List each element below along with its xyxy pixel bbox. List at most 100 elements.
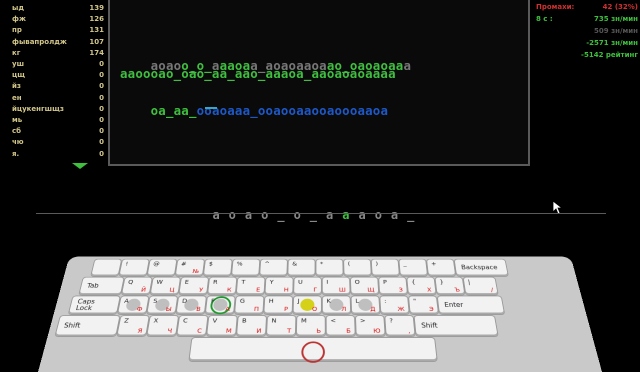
typing-stat-label: 8 с : (536, 15, 553, 23)
key-$[interactable]: $ (203, 259, 232, 277)
key-latin-label: U (298, 279, 303, 286)
key-p[interactable]: PЗ (379, 277, 408, 295)
key-tilde[interactable] (91, 259, 122, 277)
key-latin-label: * (320, 261, 324, 267)
stat-value: 0 (99, 82, 104, 91)
key-t[interactable]: TЕ (236, 277, 265, 295)
key-^[interactable]: ^ (260, 259, 288, 277)
key-:[interactable]: :Ж (380, 296, 409, 315)
key-?[interactable]: ?, (385, 315, 415, 337)
key-caps-lock[interactable]: Caps Lock (68, 296, 120, 315)
key-latin-label: O (354, 279, 360, 286)
key-%[interactable]: % (231, 259, 260, 277)
key-c[interactable]: CС (177, 315, 208, 337)
stat-row: я. 0 (12, 150, 104, 161)
stat-label: фж (12, 15, 26, 24)
key-k[interactable]: KЛ (322, 296, 351, 315)
key-f[interactable]: FА (205, 296, 235, 315)
key-*[interactable]: * (316, 259, 343, 277)
key-h[interactable]: HР (264, 296, 293, 315)
key-r[interactable]: RК (207, 277, 237, 295)
key-y[interactable]: YН (265, 277, 293, 295)
key-space[interactable] (189, 337, 437, 363)
key->[interactable]: > Ю (355, 315, 385, 337)
stat-label: цщ (12, 71, 25, 80)
key-latin-label: ! (124, 261, 129, 267)
key-&[interactable]: & (288, 259, 315, 277)
key-n[interactable]: NТ (266, 315, 296, 337)
key-@[interactable]: @ (147, 259, 177, 277)
key-<[interactable]: < Б (326, 315, 355, 337)
key-latin-label: R (212, 279, 218, 286)
key-cyrillic-label: В (195, 306, 202, 313)
key-cyrillic-label: Р (283, 306, 289, 313)
key-s[interactable]: SЫ (147, 296, 178, 315)
key-w[interactable]: WЦ (150, 277, 180, 295)
stat-row: ыд 139 (12, 4, 104, 15)
key-o[interactable]: OЩ (350, 277, 379, 295)
key-"[interactable]: " Э (409, 296, 439, 315)
key-q[interactable]: QЙ (121, 277, 152, 295)
key-{[interactable]: {Х (407, 277, 436, 295)
key-g[interactable]: GП (235, 296, 264, 315)
key-latin-label: & (292, 261, 298, 267)
running-text-line: аоао_о_аааоа_ (212, 208, 424, 222)
key-shift[interactable]: Shift (55, 315, 120, 337)
key-#[interactable]: # № (175, 259, 205, 277)
key-shift[interactable]: Shift (414, 315, 498, 337)
key-tab[interactable]: Tab (79, 277, 124, 295)
key-}[interactable]: } Ъ (435, 277, 465, 295)
key-j[interactable]: JО (293, 296, 321, 315)
key-latin-label: ^ (264, 261, 270, 267)
typing-stat-row: 509 зн/мин (532, 27, 638, 37)
key-cyrillic-label: , (407, 327, 411, 335)
key-a[interactable]: AФ (117, 296, 149, 315)
typing-stat-value: 735 зн/мин (594, 15, 638, 23)
key-b[interactable]: BИ (236, 315, 267, 337)
stat-value: 0 (99, 71, 104, 80)
key-enter[interactable]: Enter (437, 296, 505, 315)
key-cyrillic-label: Г (313, 286, 318, 294)
stat-value: 174 (89, 48, 104, 57)
key-i[interactable]: IШ (322, 277, 350, 295)
key-label: Tab (86, 282, 100, 290)
key-cyrillic-label: Е (255, 286, 261, 294)
key-latin-label: { (411, 279, 416, 286)
typing-stat-value: 509 зн/мин (594, 27, 638, 35)
key-cyrillic-label: К (226, 286, 232, 294)
key-z[interactable]: ZЯ (117, 315, 149, 337)
key-backspace[interactable]: Backspace (454, 259, 508, 277)
stat-label: йз (12, 82, 21, 91)
stat-row: ен 0 (12, 94, 104, 105)
key-)[interactable]: ) (371, 259, 399, 277)
key-latin-label: F (210, 297, 216, 305)
key-v[interactable]: VМ (207, 315, 237, 337)
stat-label: мь (12, 116, 23, 124)
key-_[interactable]: _ (399, 259, 428, 277)
key-cyrillic-label: Ф (136, 306, 143, 313)
key-l[interactable]: LД (351, 296, 380, 315)
key-latin-label: : (384, 297, 387, 305)
stat-label: уш (12, 60, 24, 68)
scroll-down-arrow-icon[interactable] (72, 163, 88, 169)
stat-value: 0 (99, 60, 104, 68)
key-+[interactable]: + (427, 259, 456, 277)
key-latin-label: Q (127, 279, 134, 286)
key-cyrillic-label: Н (283, 286, 289, 294)
stat-row: цщ 0 (12, 71, 104, 82)
key-e[interactable]: EУ (179, 277, 209, 295)
key-![interactable]: ! (119, 259, 149, 277)
stat-label: сб (12, 127, 22, 136)
key-d[interactable]: DВ (176, 296, 206, 315)
key-latin-label: + (430, 261, 437, 267)
key-([interactable]: ( (344, 259, 371, 277)
key-latin-label: " (412, 297, 417, 305)
stat-label: ыд (12, 4, 24, 12)
key-latin-label: G (239, 297, 246, 305)
key-m[interactable]: MЬ (296, 315, 325, 337)
key-u[interactable]: UГ (294, 277, 321, 295)
stat-value: 131 (89, 26, 104, 35)
key-cyrillic-label: Ц (168, 286, 175, 294)
key-x[interactable]: XЧ (147, 315, 179, 337)
key-|[interactable]: | / (463, 277, 498, 295)
